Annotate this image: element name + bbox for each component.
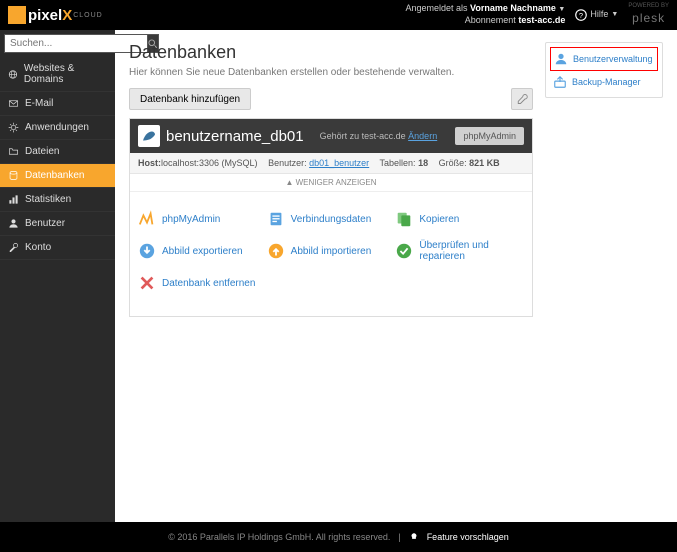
svg-text:?: ?	[579, 11, 583, 20]
database-header: benutzername_db01 Gehört zu test-acc.de …	[130, 119, 532, 153]
action-import[interactable]: Abbild importieren	[267, 234, 396, 268]
sidebar-item-apps[interactable]: Anwendungen	[0, 116, 115, 140]
header-username[interactable]: Vorname Nachname	[470, 3, 556, 13]
footer: © 2016 Parallels IP Holdings GmbH. All r…	[0, 522, 677, 552]
globe-icon	[8, 69, 18, 80]
logo-subtext: CLOUD	[73, 12, 103, 19]
phpmyadmin-button-header[interactable]: phpMyAdmin	[455, 127, 524, 145]
add-database-button[interactable]: Datenbank hinzufügen	[129, 88, 251, 110]
toggle-details[interactable]: ▲ WENIGER ANZEIGEN	[130, 174, 532, 192]
sidebar-item-label: Anwendungen	[25, 122, 89, 133]
database-card: benutzername_db01 Gehört zu test-acc.de …	[129, 118, 533, 317]
page-subtitle: Hier können Sie neue Datenbanken erstell…	[129, 67, 533, 78]
footer-suggest-link[interactable]: Feature vorschlagen	[427, 532, 509, 542]
sidebar-item-label: Datenbanken	[25, 170, 85, 181]
top-header: pixelX CLOUD Angemeldet als Vorname Nach…	[0, 0, 677, 30]
sidebar-item-email[interactable]: E-Mail	[0, 92, 115, 116]
header-account-info: Angemeldet als Vorname Nachname ▼ Abonne…	[405, 3, 565, 26]
backup-icon	[553, 75, 567, 89]
mysql-icon	[138, 125, 160, 147]
action-phpmyadmin[interactable]: phpMyAdmin	[138, 204, 267, 234]
sidebar-item-label: Konto	[25, 242, 51, 253]
db-user-link[interactable]: db01_benutzer	[309, 158, 369, 168]
logo-icon	[8, 6, 26, 24]
lightbulb-icon	[409, 532, 419, 542]
info-icon	[267, 210, 285, 228]
sidebar-item-databases[interactable]: Datenbanken	[0, 164, 115, 188]
delete-icon	[138, 274, 156, 292]
sidebar-item-stats[interactable]: Statistiken	[0, 188, 115, 212]
database-meta: Host:localhost:3306 (MySQL) Benutzer: db…	[130, 153, 532, 174]
action-copy[interactable]: Kopieren	[395, 204, 524, 234]
help-icon: ?	[575, 9, 587, 21]
sidebar-item-websites[interactable]: Websites & Domains	[0, 57, 115, 92]
import-icon	[267, 242, 285, 260]
phpmyadmin-icon	[138, 210, 156, 228]
database-domain: Gehört zu test-acc.de Ändern	[320, 131, 438, 141]
sidebar-item-label: Statistiken	[25, 194, 71, 205]
sidebar-item-label: Dateien	[25, 146, 59, 157]
mail-icon	[8, 98, 19, 109]
footer-copyright: © 2016 Parallels IP Holdings GmbH. All r…	[168, 532, 390, 542]
right-column: Benutzerverwaltung Backup-Manager	[545, 42, 663, 510]
sidebar-item-label: Websites & Domains	[24, 63, 107, 85]
page-title: Datenbanken	[129, 42, 533, 63]
powered-by: POWERED BY plesk	[628, 3, 669, 26]
action-verify[interactable]: Überprüfen und reparieren	[395, 234, 524, 268]
action-export[interactable]: Abbild exportieren	[138, 234, 267, 268]
gear-icon	[8, 122, 19, 133]
sidebar-item-files[interactable]: Dateien	[0, 140, 115, 164]
help-button[interactable]: ? Hilfe ▼	[575, 9, 618, 21]
header-subscription[interactable]: test-acc.de	[518, 15, 565, 25]
sidebar-item-account[interactable]: Konto	[0, 236, 115, 260]
user-icon	[554, 52, 568, 66]
copy-icon	[395, 210, 413, 228]
user-icon	[8, 218, 19, 229]
action-remove[interactable]: Datenbank entfernen	[138, 268, 267, 298]
sidebar-item-label: E-Mail	[25, 98, 53, 109]
key-icon	[8, 242, 19, 253]
backup-manager-link[interactable]: Backup-Manager	[550, 71, 658, 93]
sidebar: Websites & Domains E-Mail Anwendungen Da…	[0, 30, 115, 522]
database-icon	[8, 170, 19, 181]
content-area: Datenbanken Hier können Sie neue Datenba…	[129, 42, 533, 510]
export-icon	[138, 242, 156, 260]
logo-text: pixelX	[28, 7, 72, 24]
folder-icon	[8, 146, 19, 157]
logo[interactable]: pixelX CLOUD	[8, 6, 103, 24]
sidebar-item-users[interactable]: Benutzer	[0, 212, 115, 236]
stats-icon	[8, 194, 19, 205]
check-icon	[395, 242, 413, 260]
user-management-link[interactable]: Benutzerverwaltung	[550, 47, 658, 71]
settings-button[interactable]	[511, 88, 533, 110]
wrench-icon	[516, 93, 528, 105]
sidebar-item-label: Benutzer	[25, 218, 65, 229]
action-connection[interactable]: Verbindungsdaten	[267, 204, 396, 234]
database-name: benutzername_db01	[166, 128, 304, 145]
change-domain-link[interactable]: Ändern	[408, 131, 437, 141]
